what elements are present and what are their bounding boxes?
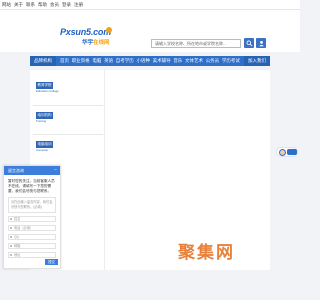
form-title: 留言咨询 [8,168,24,173]
top-links: 网站 关于 联系 帮助 会员 登录 注册 [2,1,83,9]
mail-icon [10,245,12,248]
nav-item[interactable]: 音乐 [173,58,182,64]
section-tag-computer[interactable]: 电脑培训 [36,141,53,148]
submit-button[interactable]: 提交 [45,259,58,265]
top-link[interactable]: 注册 [74,1,83,9]
phone-icon [10,227,12,230]
watermark: 聚集网 [178,243,235,263]
section-tag-training[interactable]: 培训机构 [36,112,53,119]
message-form: 留言咨询 − 暂时您的关注，当前客服人员不在线，请填写一下您的需要，我们会尽快与… [3,165,61,269]
join-button[interactable]: 加入我们 [244,56,270,66]
top-link[interactable]: 会员 [50,1,59,9]
top-link[interactable]: 帮助 [38,1,47,9]
form-message: 暂时您的关注，当前客服人员不在线，请填写一下您的需要，我们会尽快与您联系。 [8,179,55,193]
top-link[interactable]: 登录 [62,1,71,9]
nav-items: 首页 职业资格 电脑 英语 自考学历 小语种 美术辅导 音乐 文体艺术 公务员 … [56,58,244,64]
nav-item[interactable]: 自考学历 [116,58,134,64]
form-header: 留言咨询 − [4,166,60,175]
nav-item[interactable]: 电脑 [92,58,101,64]
user-icon [258,40,264,46]
nav-item[interactable]: 公务员 [206,58,220,64]
section-tag-sub: Training [36,119,47,123]
name-field[interactable]: 姓名 [8,216,56,223]
agent-avatar-icon [279,149,286,156]
site-header: Pxsun5.com 华宇在线网 请输入学校名称、所在地市或学院名称... [0,10,300,52]
nav-item[interactable]: 小语种 [136,58,150,64]
minimize-icon[interactable]: − [54,166,57,175]
main-nav: 品牌机构 首页 职业资格 电脑 英语 自考学历 小语种 美术辅导 音乐 文体艺术… [30,56,270,66]
search-input[interactable]: 请输入学校名称、所在地市或学院名称... [151,39,241,48]
top-link[interactable]: 联系 [26,1,35,9]
message-textarea[interactable]: 请在此输入留言内容，我们会尽快与您联系。(必填) [8,197,56,214]
nav-item[interactable]: 学历考试 [222,58,240,64]
nav-item[interactable]: 文体艺术 [185,58,203,64]
section-divider [33,105,103,106]
nav-item[interactable]: 职业资格 [72,58,90,64]
search-button[interactable] [244,38,254,48]
location-icon [10,254,12,257]
top-bar: 网站 关于 联系 帮助 会员 登录 注册 [0,0,300,10]
top-link[interactable]: 网站 [2,1,11,9]
qq-field[interactable]: QQ [8,234,56,241]
section-divider [33,134,103,135]
section-tag-education[interactable]: 教育学院 [36,82,53,89]
qq-icon [10,236,12,239]
section-tag-sub: Computer [36,148,49,152]
address-field[interactable]: 地址 [8,252,56,259]
site-logo[interactable]: Pxsun5.com 华宇在线网 [60,27,112,51]
user-button[interactable] [256,38,266,48]
logo-main-text: Pxsun5.com [60,27,112,37]
person-icon [10,218,12,221]
top-link[interactable]: 关于 [14,1,23,9]
search-icon [246,40,252,46]
phone-field[interactable]: 电话（必填） [8,225,56,232]
logo-sub-text: 华宇在线网 [82,40,110,46]
nav-brand-tab[interactable]: 品牌机构 [30,56,56,66]
column-divider [104,70,105,270]
nav-item[interactable]: 首页 [60,58,69,64]
form-body: 暂时您的关注，当前客服人员不在线，请填写一下您的需要，我们会尽快与您联系。 请在… [4,175,60,262]
chat-label [287,149,297,155]
logo-sun-icon [106,27,112,33]
email-field[interactable]: 邮箱 [8,243,56,250]
nav-item[interactable]: 英语 [104,58,113,64]
nav-item[interactable]: 美术辅导 [153,58,171,64]
section-tag-sub: Education College [36,89,59,93]
customer-service-widget[interactable] [276,147,298,157]
